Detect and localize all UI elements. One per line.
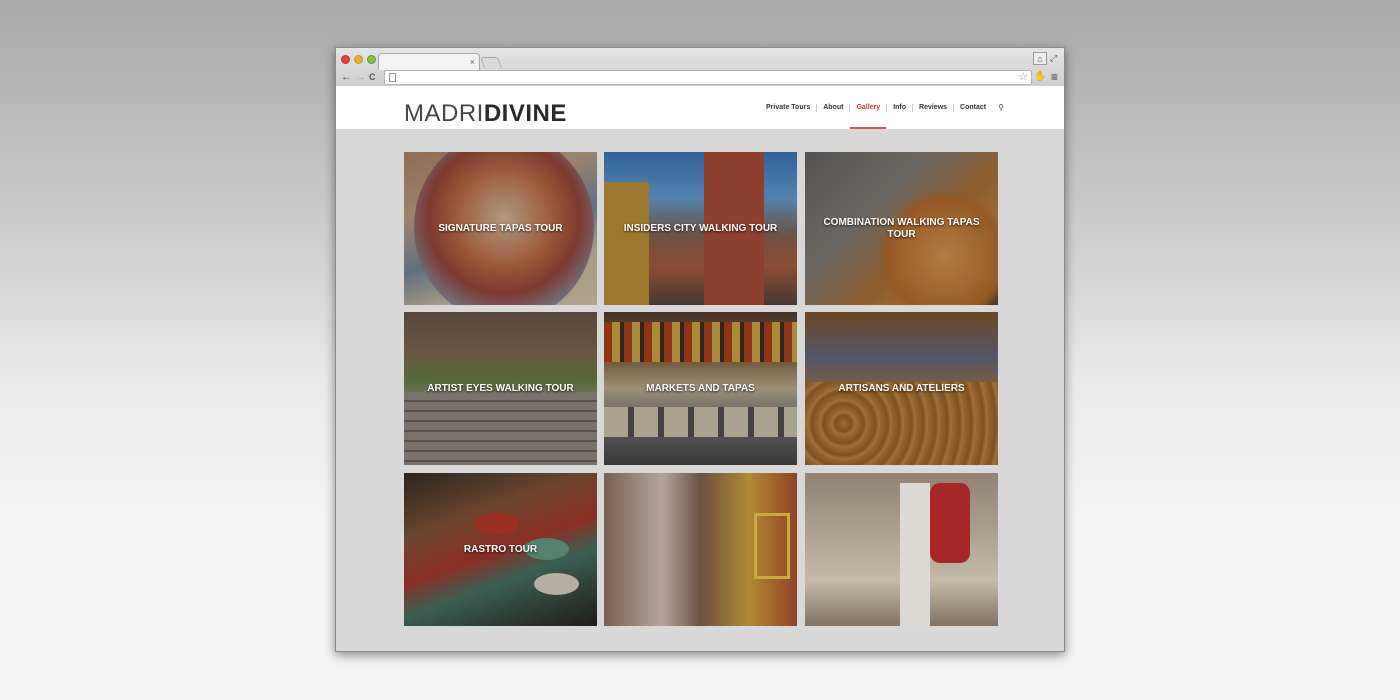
search-icon[interactable]: ⚲ — [992, 103, 1004, 112]
gallery-tile-vendor[interactable] — [805, 473, 998, 626]
nav-info[interactable]: Info — [887, 86, 912, 129]
forward-button[interactable]: → — [355, 70, 366, 84]
logo-bold-text: DIVINE — [483, 100, 567, 127]
profile-icon[interactable]: ⌂ — [1033, 52, 1047, 65]
browser-tab[interactable]: × — [378, 53, 480, 70]
tile-title — [815, 473, 988, 626]
tile-title: INSIDERS CITY WALKING TOUR — [623, 222, 778, 234]
nav-contact[interactable]: Contact — [954, 86, 992, 129]
gallery-tile-rastro[interactable]: RASTRO TOUR — [404, 473, 597, 626]
browser-chrome: × ⌂ ⤢ ← → C ☆ ✋ ≡ — [336, 48, 1064, 87]
tab-close-icon[interactable]: × — [470, 55, 475, 69]
back-button[interactable]: ← — [341, 70, 352, 84]
extension-icon[interactable]: ✋ — [1034, 70, 1046, 84]
tile-title: ARTISANS AND ATELIERS — [838, 382, 965, 394]
gallery-tile-combination[interactable]: COMBINATION WALKING TAPAS TOUR — [805, 152, 998, 305]
tile-title: SIGNATURE TAPAS TOUR — [438, 222, 563, 234]
gallery-tile-markets[interactable]: MARKETS AND TAPAS — [604, 312, 797, 465]
site-header: MADRIDIVINE Private Tours About Gallery … — [336, 86, 1064, 129]
fullscreen-icon[interactable]: ⤢ — [1050, 52, 1057, 64]
gallery-tile-artist-eyes[interactable]: ARTIST EYES WALKING TOUR — [404, 312, 597, 465]
bookmark-star-icon[interactable]: ☆ — [1018, 70, 1028, 83]
gallery-tile-insiders-city[interactable]: INSIDERS CITY WALKING TOUR — [604, 152, 797, 305]
tile-title: COMBINATION WALKING TAPAS TOUR — [823, 216, 980, 240]
nav-reviews[interactable]: Reviews — [913, 86, 953, 129]
nav-gallery[interactable]: Gallery — [850, 86, 886, 129]
tile-title: ARTIST EYES WALKING TOUR — [427, 382, 574, 394]
gallery-tile-artisans[interactable]: ARTISANS AND ATELIERS — [805, 312, 998, 465]
gallery-grid: SIGNATURE TAPAS TOUR INSIDERS CITY WALKI… — [404, 152, 998, 626]
tile-title: MARKETS AND TAPAS — [646, 382, 755, 394]
zoom-window-button[interactable] — [367, 55, 376, 64]
address-bar[interactable]: ☆ — [384, 70, 1032, 85]
window-controls — [341, 55, 376, 64]
nav-private-tours[interactable]: Private Tours — [760, 86, 816, 129]
nav-about[interactable]: About — [817, 86, 849, 129]
new-tab-button[interactable] — [479, 57, 503, 68]
close-window-button[interactable] — [341, 55, 350, 64]
browser-window: × ⌂ ⤢ ← → C ☆ ✋ ≡ MADRIDIVINE Private To… — [335, 47, 1065, 652]
logo-light-text: MADRI — [404, 100, 484, 127]
menu-icon[interactable]: ≡ — [1051, 70, 1058, 84]
minimize-window-button[interactable] — [354, 55, 363, 64]
gallery-tile-signature-tapas[interactable]: SIGNATURE TAPAS TOUR — [404, 152, 597, 305]
reload-button[interactable]: C — [369, 70, 376, 84]
gallery-tile-street[interactable] — [604, 473, 797, 626]
browser-toolbar: ← → C ☆ ✋ ≡ — [336, 69, 1064, 86]
site-logo[interactable]: MADRIDIVINE — [404, 101, 567, 127]
tile-title: RASTRO TOUR — [463, 543, 538, 555]
tile-title — [614, 473, 787, 626]
page-icon — [389, 73, 396, 82]
main-nav: Private Tours About Gallery Info Reviews… — [760, 86, 1004, 129]
